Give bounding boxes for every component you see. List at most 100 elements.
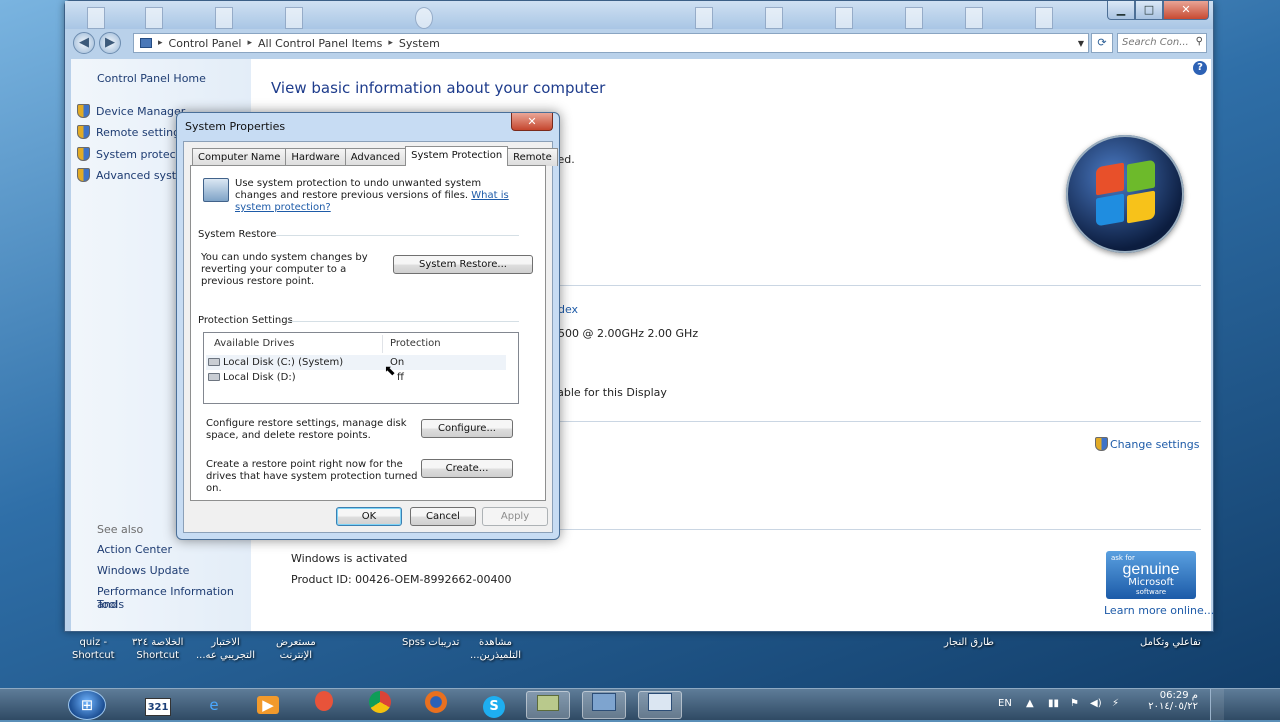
dialog-close-button[interactable]: ✕ [511,113,553,131]
desktop-shortcut-view[interactable]: مشاهدة ...التلميذرين [470,636,521,662]
column-header-drives[interactable]: Available Drives [214,338,294,349]
start-button[interactable]: ⊞ [68,690,106,720]
drives-list: Available Drives Protection Local Disk (… [203,332,519,404]
media-321-icon[interactable]: 321 [136,691,180,719]
learn-more-link[interactable]: Learn more online... [1104,604,1214,617]
window-titlebar[interactable]: ▁ □ ✕ [65,1,1213,29]
desktop-shortcut-quiz[interactable]: quiz - Shortcut [72,636,115,662]
desktop-shortcut-tareq[interactable]: طارق النجار [944,636,994,649]
system-properties-icon[interactable] [638,691,682,719]
dialog-title: System Properties [185,120,286,133]
firefox-icon[interactable] [414,691,458,719]
action-center-link[interactable]: Action Center [97,543,172,556]
background-icon [965,7,983,29]
performance-info-link-cont[interactable]: Tools [97,598,124,611]
control-panel-icon[interactable] [582,691,626,719]
chevron-right-icon: ▸ [158,38,163,48]
logo-quadrant [1127,159,1155,193]
address-row: ◀ ▶ ▸ Control Panel ▸ All Control Panel … [65,29,1213,57]
drive-name: Local Disk (C:) (System) [223,357,344,368]
skype-icon[interactable]: S [472,691,516,719]
shortcut-label: ...التلميذرين [470,650,521,661]
notes-icon[interactable] [526,691,570,719]
background-icon [285,7,303,29]
forward-button[interactable]: ▶ [99,32,121,54]
background-icon [145,7,163,29]
shortcut-label: quiz - [79,637,108,648]
back-button[interactable]: ◀ [73,32,95,54]
background-icon [415,7,433,29]
app-icon[interactable] [302,691,346,719]
maximize-button[interactable]: □ [1135,1,1163,20]
system-properties-dialog: System Properties ✕ Computer Name Hardwa… [176,112,560,540]
drive-row[interactable]: Local Disk (C:) (System) On [206,355,506,370]
close-button[interactable]: ✕ [1163,1,1209,20]
tab-system-protection[interactable]: System Protection [405,146,509,166]
tab-remote[interactable]: Remote [507,148,558,166]
link-label: Change settings [1110,438,1200,451]
show-hidden-icons-icon[interactable]: ▲ [1026,698,1034,709]
tab-computer-name[interactable]: Computer Name [192,148,287,166]
link-label: Remote settings [96,125,186,139]
chrome-icon[interactable] [358,691,402,719]
protection-settings-group-title: Protection Settings [198,315,293,326]
media-player-icon[interactable]: ▶ [246,691,290,719]
volume-icon[interactable]: ◀) [1090,698,1102,709]
chevron-right-icon: ▸ [388,38,393,48]
search-input[interactable]: Search Con... ⚲ [1117,33,1207,53]
configure-text: Configure restore settings, manage disk … [206,418,407,441]
page-title: View basic information about your comput… [271,79,606,97]
create-button[interactable]: Create... [421,459,513,478]
desktop-shortcut-spss[interactable]: Spss تدريبات [402,636,459,649]
windows-update-link[interactable]: Windows Update [97,564,189,577]
clock[interactable]: 06:29 م ٢٠١٤/٠٥/٢٢ [1142,690,1198,712]
logo-quadrant [1096,193,1124,227]
tab-hardware[interactable]: Hardware [285,148,346,166]
drive-name: Local Disk (D:) [223,372,296,383]
group-divider [275,235,519,236]
desktop-shortcut-test[interactable]: الاختبار ...التجريبي عه [196,636,255,662]
network-icon[interactable]: ▮▮ [1048,698,1059,709]
language-indicator[interactable]: EN [998,698,1012,709]
genuine-microsoft-logo[interactable]: ask for genuine Microsoft software [1106,551,1196,599]
cancel-button[interactable]: Cancel [410,507,476,526]
system-protection-link[interactable]: System protectio [77,147,190,161]
change-settings-link[interactable]: Change settings [1095,437,1199,451]
desktop-shortcut-browser[interactable]: مستعرض الإنترنت [276,636,316,662]
chevron-down-icon[interactable]: ▼ [1078,39,1084,48]
shield-icon [77,168,90,182]
tab-advanced[interactable]: Advanced [344,148,407,166]
drive-protection: ff [397,372,404,383]
help-icon[interactable]: ? [1193,61,1207,75]
drive-row[interactable]: Local Disk (D:) ff ⬉ [206,364,506,385]
remote-settings-link[interactable]: Remote settings [77,125,186,139]
shortcut-label: الإنترنت [279,650,313,661]
show-desktop-button[interactable] [1210,689,1224,721]
minimize-button[interactable]: ▁ [1107,1,1135,20]
breadcrumb-all-items[interactable]: All Control Panel Items [258,37,382,50]
device-manager-link[interactable]: Device Manager [77,104,185,118]
see-also-heading: See also [97,523,144,536]
genuine-sw: software [1135,588,1167,596]
genuine-word: genuine [1122,561,1180,578]
mouse-cursor-icon: ⬉ [384,363,396,379]
action-center-flag-icon[interactable]: ⚑ [1070,698,1079,709]
advanced-system-settings-link[interactable]: Advanced systen [77,168,190,182]
background-icon [215,7,233,29]
background-icon [87,7,105,29]
control-panel-home-link[interactable]: Control Panel Home [97,72,206,85]
ok-button[interactable]: OK [336,507,402,526]
breadcrumb-system[interactable]: System [399,37,440,50]
configure-button[interactable]: Configure... [421,419,513,438]
desktop-shortcut-interactive[interactable]: تفاعلي وتكامل [1140,636,1201,649]
system-restore-button[interactable]: System Restore... [393,255,533,274]
column-header-protection[interactable]: Protection [390,338,441,349]
refresh-button[interactable]: ⟳ [1091,33,1113,53]
apply-button[interactable]: Apply [482,507,548,526]
desktop-shortcut-summary[interactable]: الخلاصة ٣٢٤ Shortcut [132,636,183,662]
power-icon[interactable]: ⚡ [1112,698,1119,709]
ie-icon[interactable]: e [192,691,236,719]
breadcrumb-control-panel[interactable]: Control Panel [169,37,242,50]
search-icon: ⚲ [1195,36,1203,47]
address-bar[interactable]: ▸ Control Panel ▸ All Control Panel Item… [133,33,1089,53]
